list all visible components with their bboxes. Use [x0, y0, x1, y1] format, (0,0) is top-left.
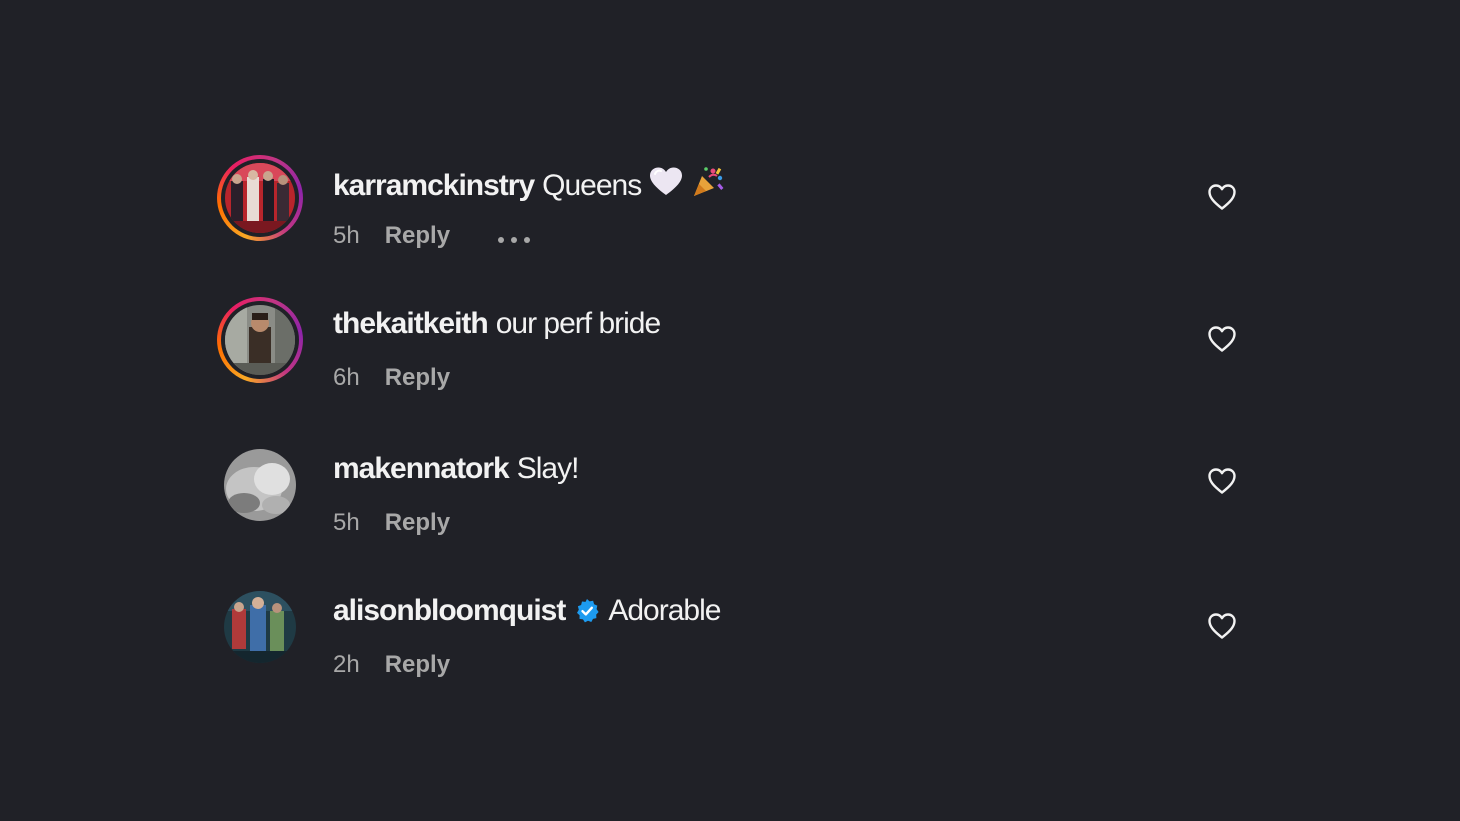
heart-outline-icon[interactable]: [1207, 325, 1237, 353]
comment-time[interactable]: 6h: [333, 364, 360, 392]
comment-meta: 5h Reply: [333, 509, 450, 537]
avatar-image: [225, 305, 295, 375]
comment-meta: 2h Reply: [333, 651, 450, 679]
party-popper-emoji-icon: [691, 165, 725, 207]
reply-button[interactable]: Reply: [385, 651, 450, 679]
comment-time[interactable]: 2h: [333, 651, 360, 679]
heart-outline-icon[interactable]: [1207, 467, 1237, 495]
comment-item: thekaitkeith our perf bride 6h Reply: [0, 297, 1460, 407]
comment-username[interactable]: makennatork: [333, 452, 510, 486]
avatar-image: [224, 591, 296, 663]
heart-outline-icon[interactable]: [1207, 183, 1237, 211]
verified-badge-icon: [574, 598, 600, 624]
avatar-image: [225, 163, 295, 233]
comment-meta: 6h Reply: [333, 364, 450, 392]
avatar[interactable]: [224, 449, 296, 521]
avatar[interactable]: [217, 155, 303, 241]
comment-text: Queens: [542, 169, 642, 202]
comment-item: karramckinstry Queens 5h Reply: [0, 155, 1460, 265]
reply-button[interactable]: Reply: [385, 222, 450, 250]
comment-username[interactable]: alisonbloomquist: [333, 594, 566, 628]
comment-meta: 5h Reply: [333, 222, 532, 250]
reply-button[interactable]: Reply: [385, 364, 450, 392]
comment-time[interactable]: 5h: [333, 509, 360, 537]
reply-button[interactable]: Reply: [385, 509, 450, 537]
comment-item: alisonbloomquist Adorable 2h Reply: [0, 584, 1460, 694]
comment-time[interactable]: 5h: [333, 222, 360, 250]
avatar[interactable]: [217, 297, 303, 383]
comment-text: Slay!: [516, 452, 580, 485]
comments-list: karramckinstry Queens 5h Reply thekaitke…: [0, 0, 1460, 821]
avatar[interactable]: [224, 591, 296, 663]
comment-item: makennatork Slay! 5h Reply: [0, 442, 1460, 552]
comment-text: our perf bride: [495, 307, 661, 340]
more-horizontal-icon[interactable]: [496, 226, 532, 243]
comment-text: Adorable: [608, 594, 721, 627]
comment-line: alisonbloomquist Adorable: [333, 594, 721, 628]
heart-outline-icon[interactable]: [1207, 612, 1237, 640]
comment-line: thekaitkeith our perf bride: [333, 307, 661, 341]
comment-line: makennatork Slay!: [333, 452, 580, 486]
comment-line: karramckinstry Queens: [333, 165, 725, 207]
comment-username[interactable]: thekaitkeith: [333, 307, 489, 341]
white-heart-emoji-icon: [649, 167, 683, 205]
avatar-image: [224, 449, 296, 521]
comment-username[interactable]: karramckinstry: [333, 169, 535, 203]
